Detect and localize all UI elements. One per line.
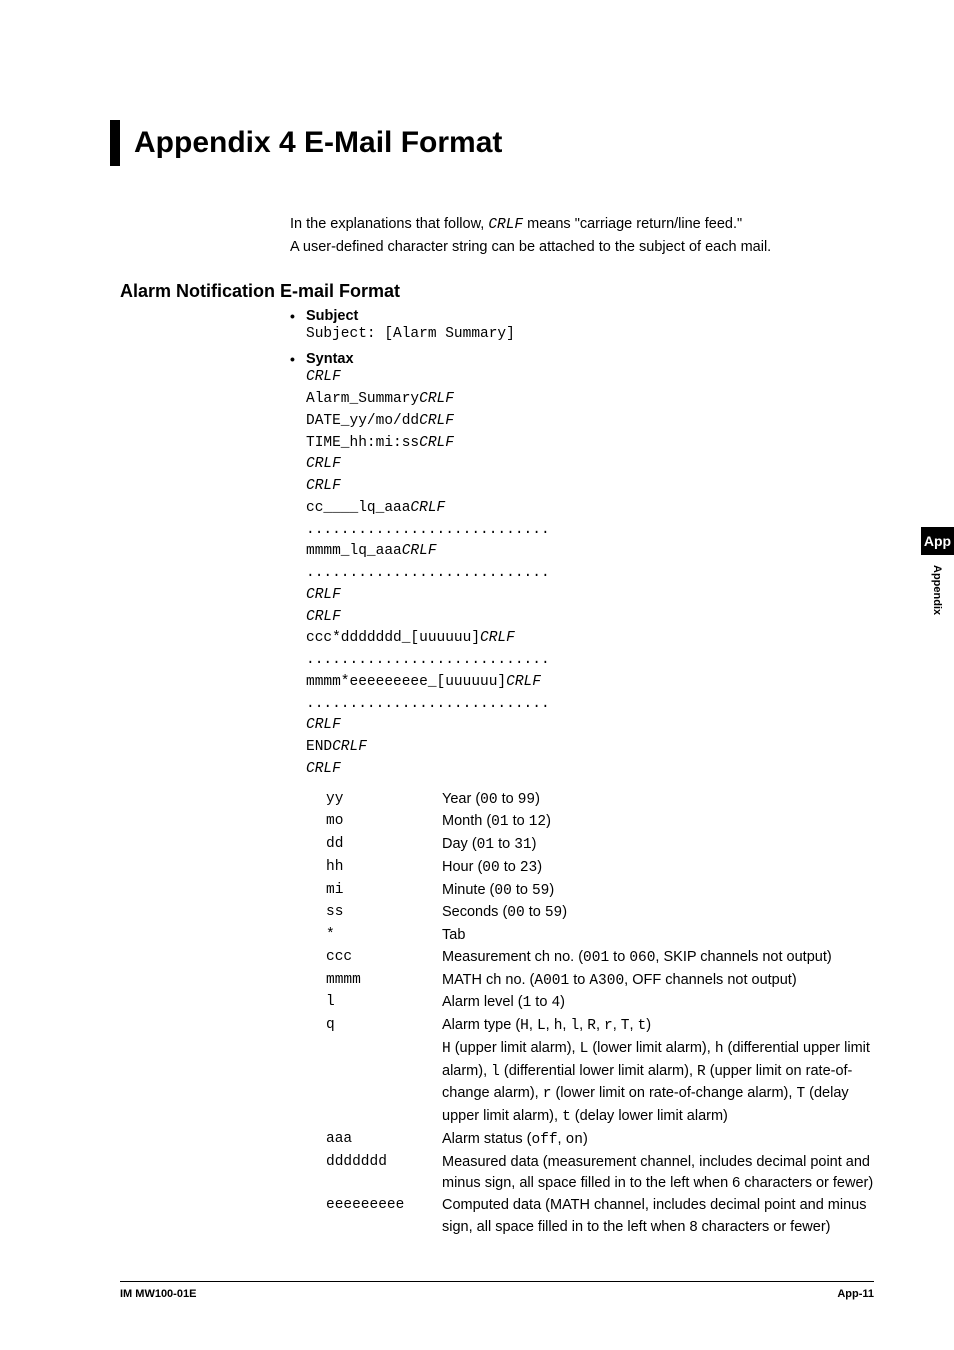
intro-paragraph: In the explanations that follow, CRLF me… (290, 214, 874, 259)
param-key: yy (326, 789, 442, 812)
intro-code: CRLF (488, 217, 523, 233)
subject-line: Subject: [Alarm Summary] (306, 324, 874, 346)
param-row: ddDay (01 to 31) (326, 834, 874, 857)
subject-label: Subject (306, 308, 358, 324)
syntax-block: CRLF Alarm_SummaryCRLF DATE_yy/mo/ddCRLF… (306, 367, 874, 780)
param-desc: Measured data (measurement channel, incl… (442, 1152, 874, 1196)
param-key: ddddddd (326, 1152, 442, 1196)
param-row: qAlarm type (H, L, h, l, R, r, T, t)H (u… (326, 1015, 874, 1129)
side-tab-code: App (921, 527, 954, 555)
page-title: Appendix 4 E-Mail Format (134, 120, 502, 166)
intro-text-b: means "carriage return/line feed." (523, 216, 742, 232)
param-desc: Hour (00 to 23) (442, 857, 874, 880)
params-block: yyYear (00 to 99)moMonth (01 to 12)ddDay… (326, 789, 874, 1239)
syntax-label: Syntax (306, 351, 354, 367)
param-row: moMonth (01 to 12) (326, 811, 874, 834)
param-row: cccMeasurement ch no. (001 to 060, SKIP … (326, 947, 874, 970)
param-desc: Seconds (00 to 59) (442, 902, 874, 925)
param-key: q (326, 1015, 442, 1129)
param-row: miMinute (00 to 59) (326, 880, 874, 903)
param-desc: MATH ch no. (A001 to A300, OFF channels … (442, 970, 874, 993)
side-tab: App Appendix (921, 527, 954, 615)
bullet-dot-icon: • (290, 351, 306, 367)
footer-right: App-11 (837, 1288, 874, 1300)
param-key: ccc (326, 947, 442, 970)
param-row: hhHour (00 to 23) (326, 857, 874, 880)
param-row: lAlarm level (1 to 4) (326, 992, 874, 1015)
param-key: aaa (326, 1129, 442, 1152)
param-key: hh (326, 857, 442, 880)
footer-left: IM MW100-01E (120, 1288, 196, 1300)
param-row: mmmmMATH ch no. (A001 to A300, OFF chann… (326, 970, 874, 993)
param-row: aaaAlarm status (off, on) (326, 1129, 874, 1152)
param-key: eeeeeeeee (326, 1195, 442, 1239)
param-row: eeeeeeeeeComputed data (MATH channel, in… (326, 1195, 874, 1239)
param-key: ss (326, 902, 442, 925)
section-heading: Alarm Notification E-mail Format (120, 281, 874, 302)
param-desc: Tab (442, 925, 874, 947)
param-key: mmmm (326, 970, 442, 993)
param-row: ssSeconds (00 to 59) (326, 902, 874, 925)
syntax-bullet: • Syntax (290, 351, 874, 367)
param-desc: Day (01 to 31) (442, 834, 874, 857)
param-key: dd (326, 834, 442, 857)
param-key: mi (326, 880, 442, 903)
param-desc: Alarm status (off, on) (442, 1129, 874, 1152)
side-tab-label: Appendix (921, 555, 943, 615)
param-row: *Tab (326, 925, 874, 947)
bullet-dot-icon: • (290, 308, 306, 324)
param-key: mo (326, 811, 442, 834)
param-row: dddddddMeasured data (measurement channe… (326, 1152, 874, 1196)
param-row: yyYear (00 to 99) (326, 789, 874, 812)
param-desc: Computed data (MATH channel, includes de… (442, 1195, 874, 1239)
subject-bullet: • Subject (290, 308, 874, 324)
param-desc: Year (00 to 99) (442, 789, 874, 812)
page: Appendix 4 E-Mail Format In the explanat… (0, 0, 954, 1299)
param-desc: Measurement ch no. (001 to 060, SKIP cha… (442, 947, 874, 970)
param-desc: Month (01 to 12) (442, 811, 874, 834)
param-desc: Alarm type (H, L, h, l, R, r, T, t)H (up… (442, 1015, 874, 1129)
param-desc: Minute (00 to 59) (442, 880, 874, 903)
param-key: l (326, 992, 442, 1015)
intro-text-a: In the explanations that follow, (290, 216, 488, 232)
intro-line2: A user-defined character string can be a… (290, 239, 771, 255)
footer: IM MW100-01E App-11 (120, 1281, 874, 1300)
title-bar (110, 120, 120, 166)
title-block: Appendix 4 E-Mail Format (110, 120, 874, 166)
param-desc: Alarm level (1 to 4) (442, 992, 874, 1015)
param-key: * (326, 925, 442, 947)
